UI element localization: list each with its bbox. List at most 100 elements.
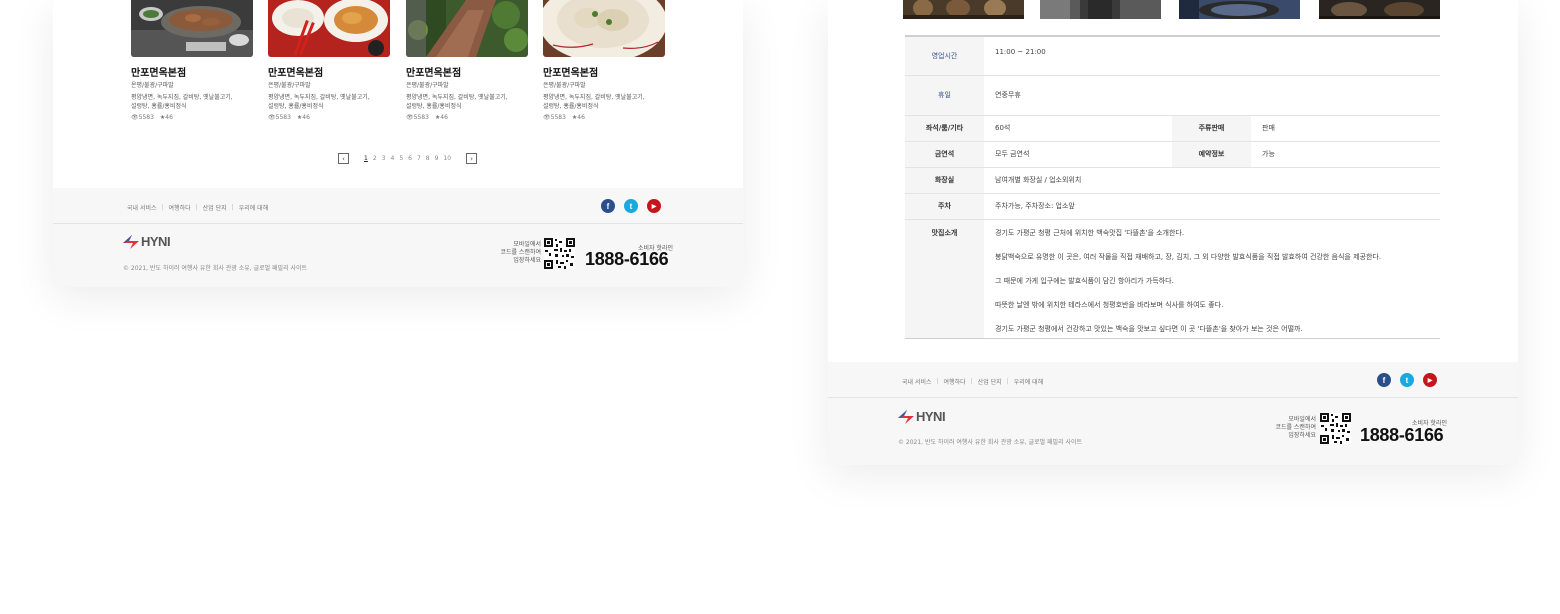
youtube-icon[interactable]: ▶ [1423,373,1437,387]
footer-links: 국내 서비스 | 여행하다 | 산업 단지 | 우리에 대해 [902,377,1044,386]
restaurant-name[interactable]: 만포면옥본점 [131,67,253,80]
eye-icon: 👁 [543,114,551,121]
logo-text: HYNI [916,409,946,424]
eye-icon: 👁 [268,114,276,121]
youtube-icon[interactable]: ▶ [647,199,661,213]
reserve-value: 가능 [1251,140,1440,167]
restaurant-name[interactable]: 만포면옥본점 [543,67,665,80]
restaurant-thumbnail[interactable] [268,0,390,57]
hotline-number[interactable]: 1888-6166 [585,249,669,270]
footer-links: 국내 서비스 | 여행하다 | 산업 단지 | 우리에 대해 [127,203,269,212]
qr-caption: 모바일에서 코드를 스캔하여 입장하세요 [500,241,541,264]
restaurant-menu: 평양냉면, 녹두지짐, 갈비탕, 옛날불고기, 설렁탕, 홍률/홍비정식 [543,93,665,111]
left-page-preview: 만포면옥본점 온평/불광/구파발 평양냉면, 녹두지짐, 갈비탕, 옛날불고기,… [53,0,743,287]
facebook-icon[interactable]: f [1377,373,1391,387]
social-links: f t ▶ [1377,373,1437,387]
restaurant-category: 은평/불광/구파발 [268,82,311,89]
restaurant-menu: 평양냉면, 녹두지짐, 갈비탕, 옛날불고기, 설렁탕, 홍률/홍비정식 [268,93,390,111]
restaurant-card[interactable]: 만포면옥본점 온평/불광/구파발 평양냉면, 녹두지짐, 갈비탕, 옛날불고기,… [131,0,253,122]
footer-link[interactable]: 산업 단지 [978,377,1002,386]
view-count: 👁5583 [543,114,566,121]
like-count: ★46 [159,114,173,121]
like-count: ★46 [571,114,585,121]
qr-code-icon [1320,413,1351,444]
restroom-value: 남여개별 화장실 / 업소외위치 [984,166,1440,193]
smoking-value: 모두 금연석 [984,140,1172,167]
menu-line: 평양냉면, 녹두지짐, 갈비탕, 옛날불고기, [268,94,370,101]
restroom-label: 화장실 [905,166,984,193]
restaurant-card[interactable]: 만포면옥본점 은평/불광/구파발 평양냉면, 녹두지짐, 갈비탕, 옛날불고기,… [268,0,390,122]
intro-paragraph: 봉닭백숙으로 유명한 이 곳은, 여러 작물을 직접 재배하고, 장, 김치, … [995,252,1382,261]
facebook-icon[interactable]: f [601,199,615,213]
footer-info: HYNI © 2021, 반도 하이러 여행사 유한 회사 관광 소유, 글로벌… [53,224,743,287]
page-link[interactable]: 2 [372,155,378,162]
page-link[interactable]: 5 [398,155,404,162]
menu-line: 설렁탕, 홍률/홍비정식 [406,103,462,110]
view-count: 👁5583 [406,114,429,121]
hyni-logo[interactable]: HYNI [123,234,171,249]
eye-icon: 👁 [131,114,139,121]
seats-label: 좌석/룸/기타 [905,114,984,141]
closed-value: 연중무휴 [984,74,1440,115]
restaurant-category: 온평/불광/구파발 [131,82,174,89]
gallery-photo[interactable] [1319,0,1440,19]
page-link[interactable]: 10 [442,155,452,162]
pagination: ‹ 1 2 3 4 5 6 7 8 9 10 › [338,153,478,164]
restaurant-category: 은평/불광/구파발 [543,82,586,89]
page-link[interactable]: 6 [407,155,413,162]
info-row-seats: 좌석/룸/기타 60석 주류판매 판매 [905,114,1440,141]
info-row-parking: 주차 주차가능, 주차장소: 업소앞 [905,192,1440,219]
menu-line: 평양냉면, 녹두지짐, 갈비탕, 옛날불고기, [543,94,645,101]
footer-link[interactable]: 우리에 대해 [239,203,269,212]
intro-paragraph: 경기도 가평군 청평에서 건강하고 맛있는 백숙을 맛보고 싶다면 이 곳 '다… [995,324,1303,333]
page-link[interactable]: 4 [389,155,395,162]
footer-link[interactable]: 우리에 대해 [1014,377,1044,386]
page-link[interactable]: 9 [434,155,440,162]
prev-page-button[interactable]: ‹ [338,153,349,164]
parking-value: 주차가능, 주차장소: 업소앞 [984,192,1440,219]
social-links: f t ▶ [601,199,661,213]
intro-label: 맛집소개 [905,218,984,339]
footer-link[interactable]: 여행하다 [169,203,191,212]
menu-line: 설렁탕, 홍률/홍비정식 [543,103,599,110]
closed-label: 휴일 [905,74,984,115]
footer-link[interactable]: 국내 서비스 [902,377,932,386]
page-link[interactable]: 8 [425,155,431,162]
info-row-closed: 휴일 연중무휴 [905,74,1440,115]
page-link[interactable]: 7 [416,155,422,162]
restaurant-stats: 👁5583 ★46 [406,114,528,122]
hotline-number[interactable]: 1888-6166 [1360,425,1444,446]
footer-link[interactable]: 산업 단지 [203,203,227,212]
eye-icon: 👁 [406,114,414,121]
twitter-icon[interactable]: t [1400,373,1414,387]
restaurant-thumbnail[interactable] [406,0,528,57]
info-row-hours: 영업시간 11:00 ~ 21:00 [905,35,1440,75]
restaurant-stats: 👁5583 ★46 [131,114,253,122]
hours-label: 영업시간 [905,35,984,75]
restaurant-name[interactable]: 만포면옥본점 [406,67,528,80]
page-link[interactable]: 1 [363,155,369,162]
gallery-photo[interactable] [1040,0,1161,19]
logo-mark-icon [123,234,139,249]
restaurant-card[interactable]: 만포면옥본점 은평/불광/구파발 평양냉면, 녹두지짐, 갈비탕, 옛날불고기,… [543,0,665,122]
hyni-logo[interactable]: HYNI [898,409,946,424]
twitter-icon[interactable]: t [624,199,638,213]
like-count: ★46 [296,114,310,121]
gallery-photo[interactable] [903,0,1024,19]
intro-text: 경기도 가평군 청평 근처에 위치한 백숙맛집 '다뜰촌'을 소개한다. 봉닭백… [984,218,1440,339]
next-page-button[interactable]: › [466,153,478,164]
gallery-photo[interactable] [1179,0,1300,19]
restaurant-card[interactable]: 만포면옥본점 은평/불광/구파발 평양냉면, 녹두지짐, 갈비탕, 옛날불고기,… [406,0,528,122]
restaurant-thumbnail[interactable] [543,0,665,57]
reserve-label: 예약정보 [1172,140,1251,167]
menu-line: 설렁탕, 홍률/홍비정식 [268,103,324,110]
footer-nav: 국내 서비스 | 여행하다 | 산업 단지 | 우리에 대해 f t ▶ [53,188,743,224]
intro-paragraph: 따뜻한 날엔 밖에 위치한 테라스에서 청평호반을 바라보며 식사를 하여도 좋… [995,300,1224,309]
seats-value: 60석 [984,114,1172,141]
restaurant-thumbnail[interactable] [131,0,253,57]
restaurant-name[interactable]: 만포면옥본점 [268,67,390,80]
footer-link[interactable]: 국내 서비스 [127,203,157,212]
footer-link[interactable]: 여행하다 [944,377,966,386]
right-page-preview: 영업시간 11:00 ~ 21:00 휴일 연중무휴 좌석/룸/기타 60석 주… [828,0,1518,465]
page-link[interactable]: 3 [381,155,387,162]
